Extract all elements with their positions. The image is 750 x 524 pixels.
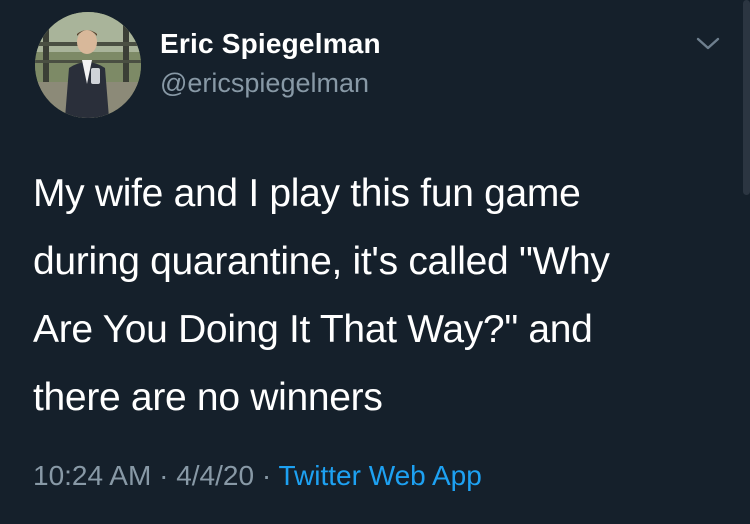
meta-separator: · (254, 460, 279, 491)
tweet-text: My wife and I play this fun game during … (33, 172, 610, 419)
tweet-time[interactable]: 10:24 AM (33, 460, 151, 491)
avatar[interactable] (35, 12, 141, 118)
tweet-card: Eric Spiegelman @ericspiegelman My wife … (0, 0, 750, 524)
tweet-metadata: 10:24 AM · 4/4/20 · Twitter Web App (33, 460, 482, 492)
display-name[interactable]: Eric Spiegelman (160, 28, 381, 60)
tweet-source-link[interactable]: Twitter Web App (278, 460, 481, 491)
avatar-photo (35, 12, 141, 118)
scrollbar[interactable] (743, 0, 750, 195)
meta-separator: · (151, 460, 177, 491)
tweet-date[interactable]: 4/4/20 (176, 460, 254, 491)
chevron-down-icon[interactable] (694, 34, 722, 54)
user-handle[interactable]: @ericspiegelman (160, 68, 369, 99)
